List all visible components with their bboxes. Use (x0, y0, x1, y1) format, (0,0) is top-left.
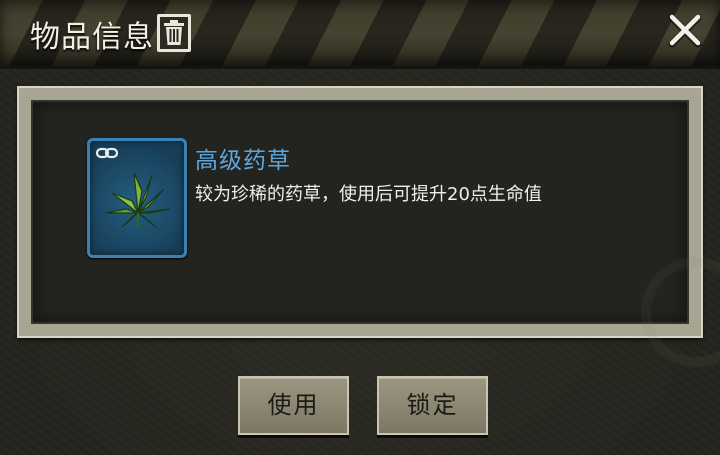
item-info-content: 高级药草 较为珍稀的药草，使用后可提升20点生命值 (31, 100, 720, 367)
dialog-header: 物品信息 (0, 0, 720, 69)
lock-button[interactable]: 锁定 (377, 376, 488, 435)
item-description: 较为珍稀的药草，使用后可提升20点生命值 (195, 184, 542, 205)
item-info-dialog: 物品信息 高级药草 较为珍稀的药草，使用后可提升20点生命值 使用 锁定 (0, 0, 720, 455)
chain-link-icon (96, 147, 118, 159)
trash-icon (164, 20, 184, 45)
delete-item-button[interactable] (157, 14, 191, 52)
item-name: 高级药草 (195, 148, 291, 174)
close-button[interactable] (664, 10, 706, 52)
item-slot[interactable] (87, 138, 187, 258)
close-icon (668, 14, 702, 48)
radiation-watermark-icon (641, 257, 720, 367)
use-button[interactable]: 使用 (238, 376, 349, 435)
herb-icon (105, 172, 171, 228)
dialog-title: 物品信息 (30, 20, 154, 55)
item-info-panel: 高级药草 较为珍稀的药草，使用后可提升20点生命值 (17, 86, 720, 367)
